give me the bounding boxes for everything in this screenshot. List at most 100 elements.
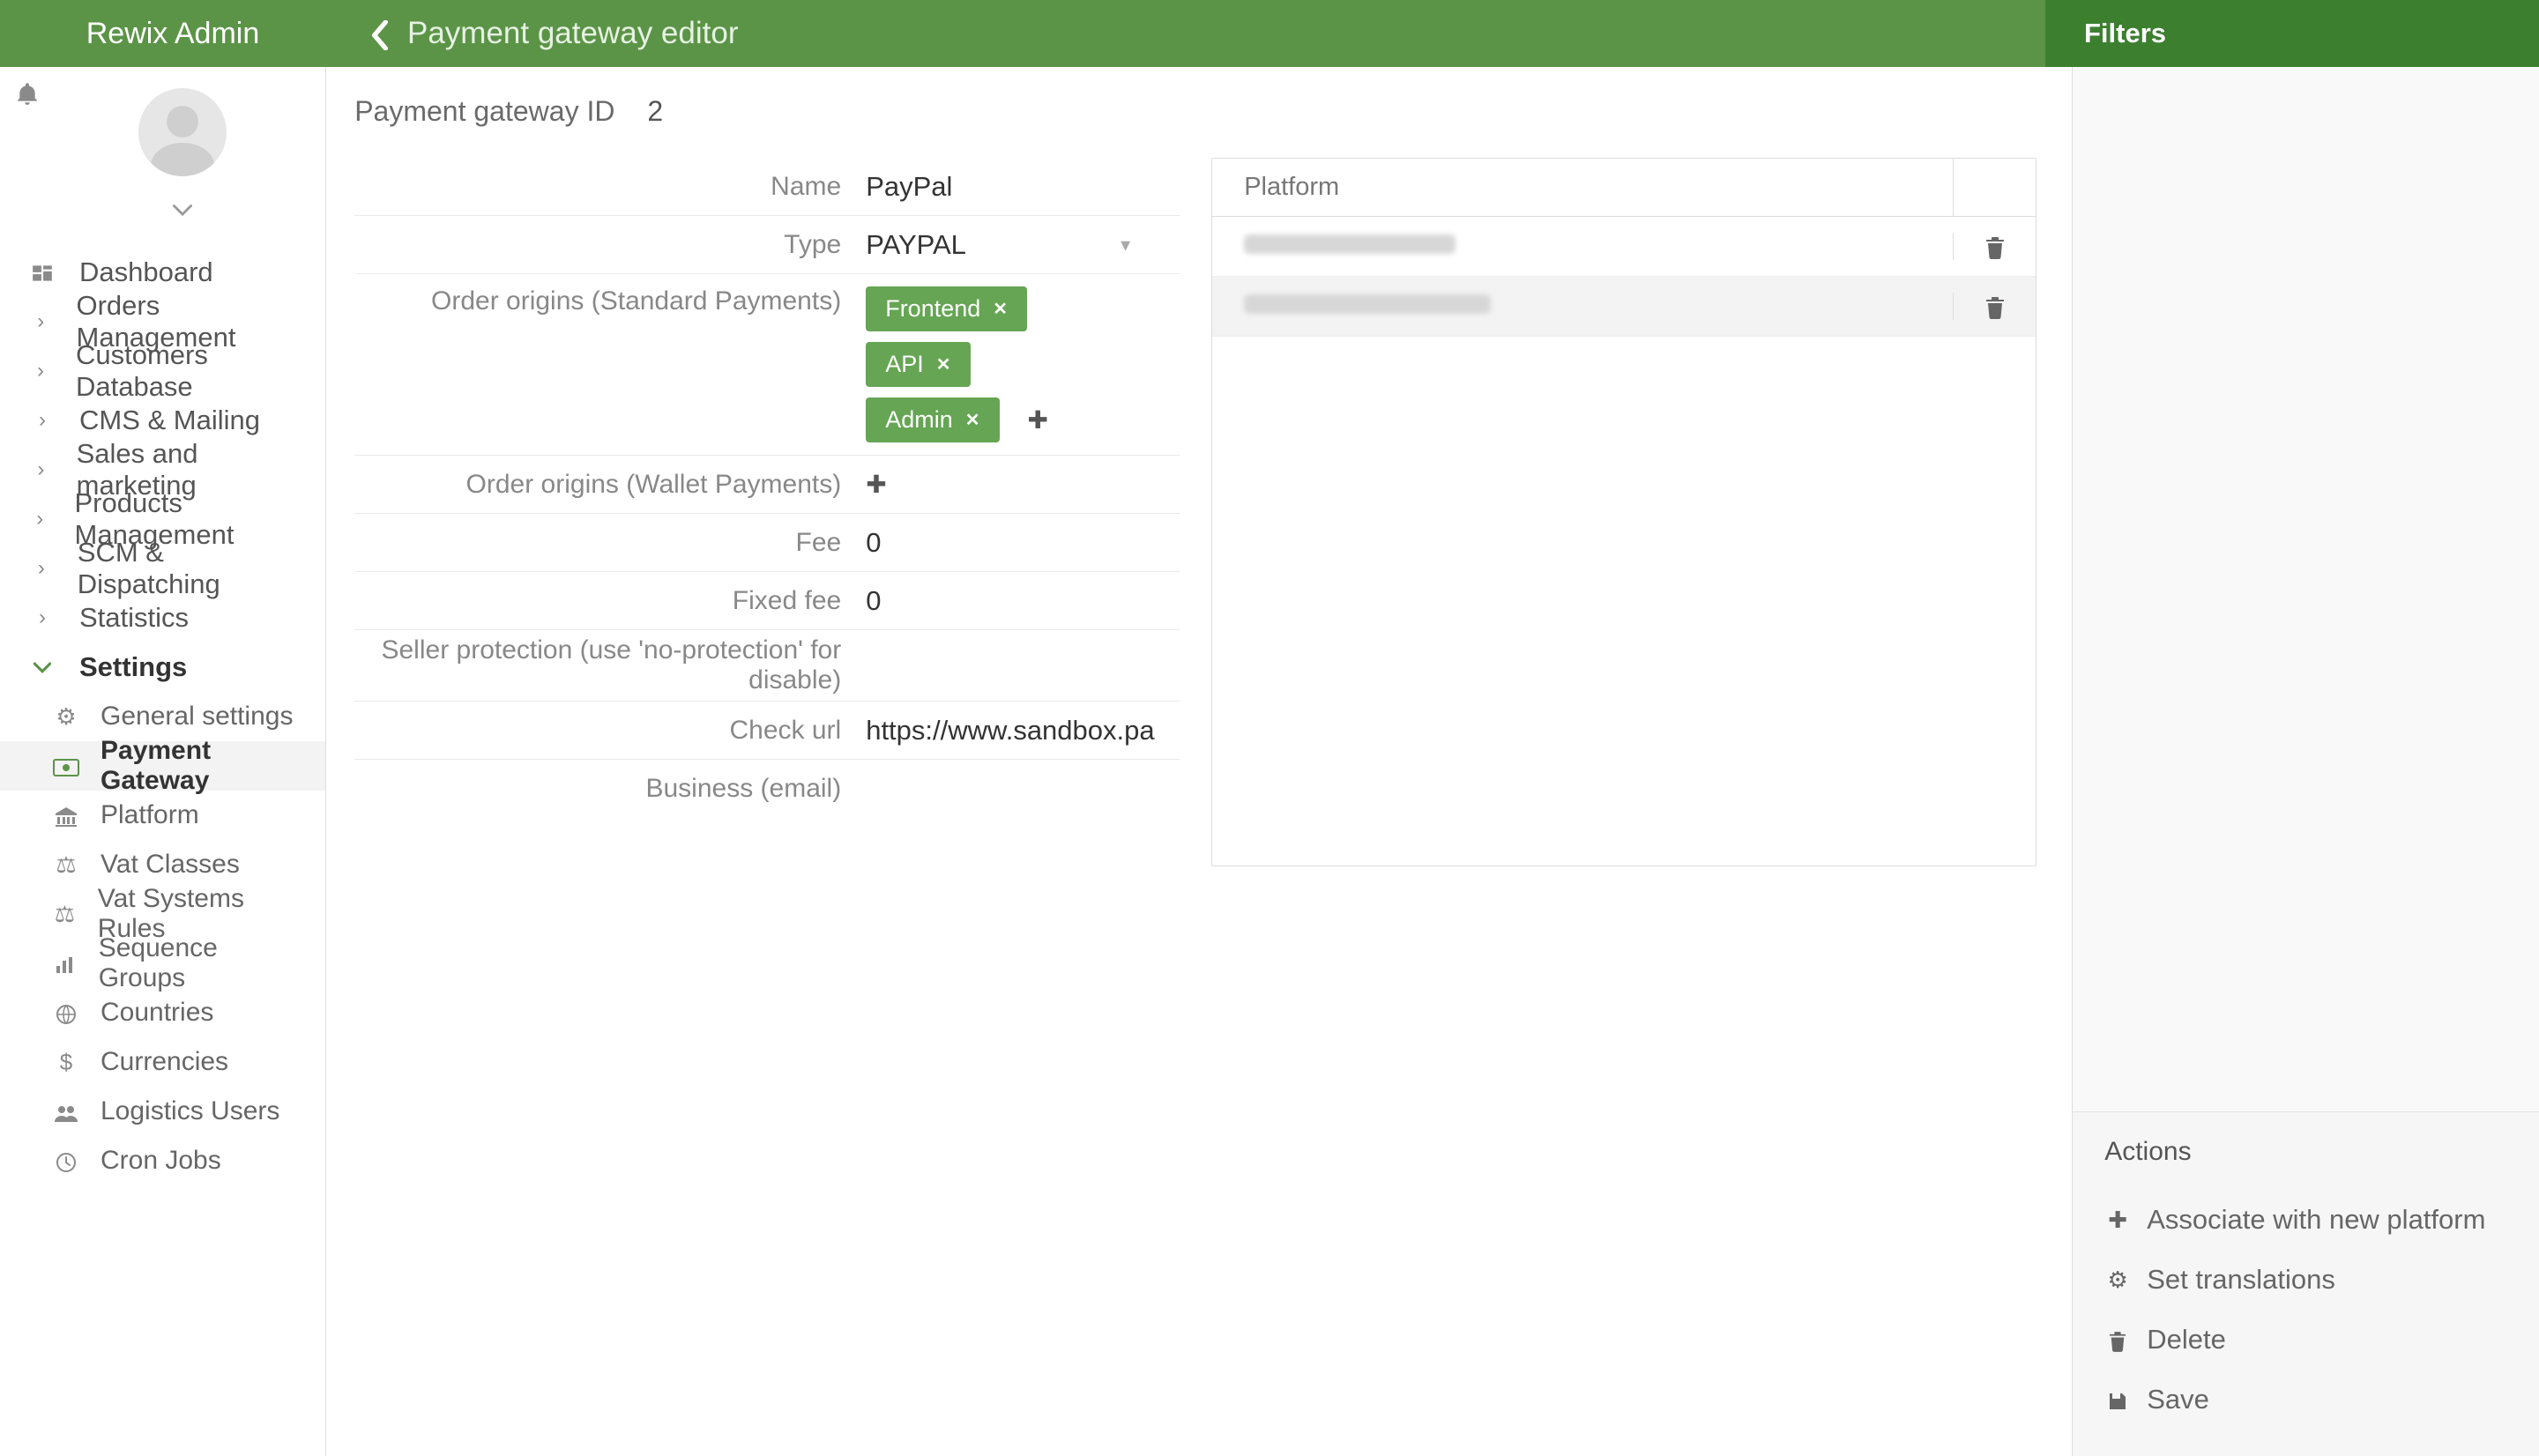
notifications-button[interactable] bbox=[16, 78, 39, 108]
user-menu-toggle[interactable] bbox=[173, 196, 192, 223]
remove-tag-icon[interactable]: ✕ bbox=[936, 353, 951, 375]
platform-table: Platform bbox=[1211, 158, 2036, 866]
type-select[interactable]: PAYPAL ▾ bbox=[866, 229, 1130, 261]
brand-title: Rewix Admin bbox=[0, 0, 346, 67]
seller-protection-input[interactable] bbox=[866, 650, 1180, 681]
action-save[interactable]: Save bbox=[2104, 1370, 2507, 1430]
row-name: Name bbox=[354, 158, 1180, 216]
filters-panel-header: Filters bbox=[2045, 0, 2539, 67]
avatar[interactable] bbox=[138, 88, 227, 176]
platform-table-empty bbox=[1212, 337, 2036, 865]
sub-vat-rules[interactable]: ⚖Vat Systems Rules bbox=[0, 889, 325, 939]
action-associate-platform[interactable]: ✚Associate with new platform bbox=[2104, 1190, 2507, 1250]
actions-title: Actions bbox=[2104, 1137, 2507, 1167]
check-url-input[interactable] bbox=[866, 715, 1180, 747]
remove-tag-icon[interactable]: ✕ bbox=[965, 409, 980, 431]
scale-icon: ⚖ bbox=[53, 901, 77, 928]
topbar: Rewix Admin Payment gateway editor Filte… bbox=[0, 0, 2539, 67]
sub-platform[interactable]: Platform bbox=[0, 791, 325, 840]
row-fee: Fee bbox=[354, 514, 1180, 572]
nav-item-label: Dashboard bbox=[79, 256, 213, 288]
business-email-input[interactable] bbox=[866, 773, 1180, 805]
trash-icon bbox=[1985, 236, 2005, 259]
nav-item-label: Settings bbox=[79, 651, 187, 683]
tag-label: API bbox=[885, 351, 924, 378]
dashboard-icon bbox=[30, 260, 55, 285]
users-icon bbox=[53, 1098, 79, 1125]
platform-actions-header bbox=[1953, 159, 2036, 216]
settings-subnav: ⚙ General settings Payment Gateway Platfo… bbox=[0, 692, 325, 1185]
chevron-down-icon bbox=[30, 655, 55, 680]
delete-platform-button[interactable] bbox=[1953, 293, 2036, 320]
add-origin-wallet-button[interactable]: ✚ bbox=[866, 470, 886, 499]
chevron-right-icon: › bbox=[30, 359, 51, 383]
sub-vat-classes[interactable]: ⚖Vat Classes bbox=[0, 840, 325, 889]
nav-item-label: SCM & Dispatching bbox=[78, 537, 295, 600]
cogs-icon: ⚙ bbox=[2104, 1267, 2131, 1294]
gateway-id-row: Payment gateway ID 2 bbox=[354, 95, 2036, 128]
sub-sequence-groups[interactable]: Sequence Groups bbox=[0, 939, 325, 988]
fixed-fee-label: Fixed fee bbox=[354, 586, 866, 616]
action-set-translations[interactable]: ⚙Set translations bbox=[2104, 1250, 2507, 1310]
origins-wallet-label: Order origins (Wallet Payments) bbox=[354, 470, 866, 500]
nav-customers[interactable]: ›Customers Database bbox=[0, 346, 325, 396]
chevron-left-icon bbox=[370, 20, 390, 50]
caret-down-icon: ▾ bbox=[1121, 234, 1130, 256]
cogs-icon: ⚙ bbox=[53, 703, 79, 731]
trash-icon bbox=[1985, 296, 2005, 319]
sub-item-label: Cron Jobs bbox=[101, 1146, 221, 1176]
save-icon bbox=[2104, 1386, 2131, 1414]
add-origin-std-button[interactable]: ✚ bbox=[1028, 405, 1048, 435]
chevron-right-icon: › bbox=[30, 309, 52, 334]
row-check-url: Check url bbox=[354, 702, 1180, 760]
tag-frontend[interactable]: Frontend✕ bbox=[866, 286, 1027, 331]
clock-icon bbox=[53, 1148, 79, 1175]
sub-cron-jobs[interactable]: Cron Jobs bbox=[0, 1136, 325, 1185]
back-button[interactable] bbox=[370, 15, 390, 52]
sub-currencies[interactable]: $Currencies bbox=[0, 1037, 325, 1087]
chevron-right-icon: › bbox=[30, 605, 55, 630]
chevron-down-icon bbox=[173, 204, 192, 217]
sub-item-label: Countries bbox=[101, 998, 213, 1028]
type-value: PAYPAL bbox=[866, 229, 966, 261]
remove-tag-icon[interactable]: ✕ bbox=[993, 298, 1008, 320]
fee-input[interactable] bbox=[866, 527, 1180, 559]
sub-logistics-users[interactable]: Logistics Users bbox=[0, 1087, 325, 1136]
sub-item-label: Currencies bbox=[101, 1047, 228, 1077]
bank-icon bbox=[53, 802, 79, 829]
money-icon bbox=[53, 753, 79, 780]
sub-item-label: Vat Classes bbox=[101, 850, 240, 880]
row-seller-protection: Seller protection (use 'no-protection' f… bbox=[354, 630, 1180, 702]
origins-std-label: Order origins (Standard Payments) bbox=[354, 286, 866, 316]
delete-platform-button[interactable] bbox=[1953, 233, 2036, 260]
bell-icon bbox=[16, 81, 39, 106]
row-origins-std: Order origins (Standard Payments) Fronte… bbox=[354, 274, 1180, 456]
sidebar: Dashboard ›Orders Management ›Customers … bbox=[0, 67, 326, 1456]
chevron-right-icon: › bbox=[30, 507, 50, 531]
nav-settings[interactable]: Settings bbox=[0, 643, 325, 692]
tag-admin[interactable]: Admin✕ bbox=[866, 397, 999, 442]
action-label: Associate with new platform bbox=[2147, 1204, 2485, 1236]
name-input[interactable] bbox=[866, 171, 1180, 203]
nav-scm[interactable]: ›SCM & Dispatching bbox=[0, 544, 325, 593]
sub-payment-gateway[interactable]: Payment Gateway bbox=[0, 741, 325, 791]
trash-icon bbox=[2104, 1326, 2131, 1354]
content: Payment gateway ID 2 Name Type PAYPAL bbox=[326, 67, 2073, 1456]
fixed-fee-input[interactable] bbox=[866, 585, 1180, 617]
tag-api[interactable]: API ✕ bbox=[866, 342, 970, 387]
gateway-id-label: Payment gateway ID bbox=[354, 95, 614, 127]
sub-countries[interactable]: Countries bbox=[0, 988, 325, 1037]
filters-label: Filters bbox=[2084, 18, 2166, 49]
sub-item-label: General settings bbox=[101, 702, 293, 732]
action-delete[interactable]: Delete bbox=[2104, 1310, 2507, 1370]
check-url-label: Check url bbox=[354, 716, 866, 746]
sub-general-settings[interactable]: ⚙ General settings bbox=[0, 692, 325, 741]
action-label: Save bbox=[2147, 1384, 2209, 1415]
platform-name-redacted bbox=[1244, 294, 1491, 314]
type-label: Type bbox=[354, 230, 866, 260]
nav-item-label: Customers Database bbox=[76, 339, 295, 403]
gateway-id-value: 2 bbox=[647, 95, 663, 127]
platform-row bbox=[1212, 217, 2036, 277]
bars-icon bbox=[53, 950, 78, 977]
nav-statistics[interactable]: ›Statistics bbox=[0, 593, 325, 643]
